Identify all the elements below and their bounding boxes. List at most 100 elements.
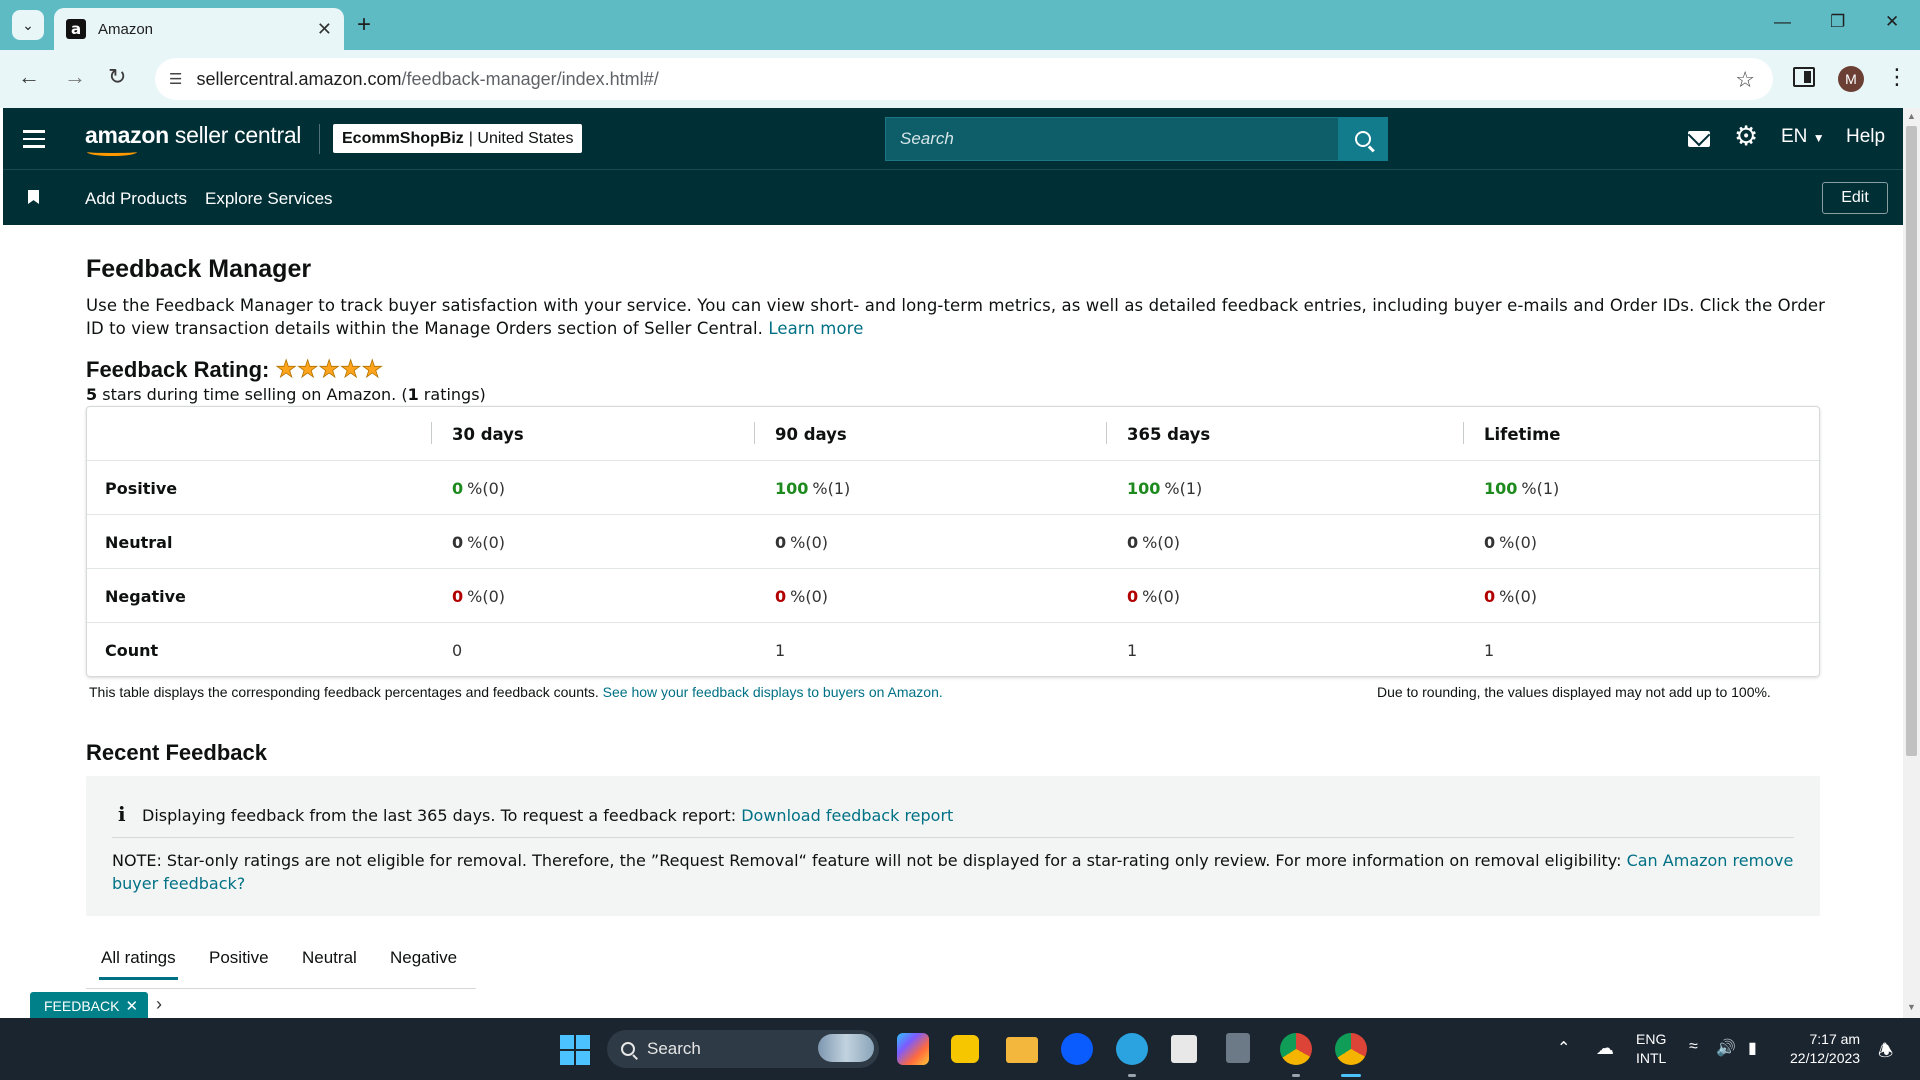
search-input[interactable]: Search — [885, 117, 1339, 161]
table-row: Negative 0 %(0) 0 %(0) 0 %(0) 0 %(0) — [87, 569, 1819, 623]
url-bar[interactable]: ☰ sellercentral.amazon.com/feedback-mana… — [155, 58, 1773, 100]
url-text: sellercentral.amazon.com/feedback-manage… — [196, 68, 659, 89]
settings-gear-icon[interactable]: ⚙ — [1734, 121, 1758, 152]
download-report-link[interactable]: Download feedback report — [741, 806, 953, 825]
table-cell: 0 %(0) — [1127, 515, 1180, 569]
feedback-display-link[interactable]: See how your feedback displays to buyers… — [603, 684, 943, 700]
search-icon — [621, 1042, 635, 1056]
column-divider — [1106, 422, 1107, 444]
tab-all-ratings[interactable]: All ratings — [99, 948, 178, 980]
window-close-icon[interactable]: ✕ — [1885, 12, 1899, 32]
copilot-icon[interactable] — [897, 1033, 929, 1065]
tab-positive[interactable]: Positive — [209, 948, 269, 968]
recent-feedback-title: Recent Feedback — [86, 740, 267, 765]
search-icon — [1355, 131, 1371, 147]
scroll-down-arrow-icon[interactable]: ▼ — [1907, 1002, 1916, 1012]
file-explorer-icon[interactable] — [1006, 1037, 1038, 1063]
table-cell: 0 — [452, 623, 462, 677]
windows-taskbar: Search ⌃ ☁ ENG INTL ≈ 🔊 ▮ 7:17 am 22/12/20… — [0, 1018, 1920, 1080]
close-icon[interactable]: ✕ — [317, 19, 332, 40]
snipping-tool-icon[interactable] — [1171, 1035, 1197, 1063]
messages-mail-icon[interactable] — [1688, 131, 1710, 147]
rating-filter-tabs: All ratings Positive Neutral Negative — [86, 929, 476, 989]
back-arrow-icon[interactable]: ← — [18, 64, 40, 90]
bookmark-icon[interactable] — [28, 190, 39, 204]
percent-value: 0 — [1484, 586, 1496, 606]
calculator-icon[interactable] — [1226, 1033, 1250, 1063]
nav-add-products[interactable]: Add Products — [85, 189, 187, 209]
nav-explore-services[interactable]: Explore Services — [205, 189, 333, 209]
site-info-icon[interactable]: ☰ — [169, 70, 182, 88]
column-divider — [1463, 422, 1464, 444]
battery-icon[interactable]: ▮ — [1748, 1038, 1757, 1058]
onedrive-cloud-icon[interactable]: ☁ — [1596, 1038, 1614, 1059]
column-header: 90 days — [775, 424, 847, 444]
seller-central-header: amazon seller central EcommShopBiz | Unit… — [3, 108, 1903, 169]
info-message: Displaying feedback from the last 365 da… — [142, 806, 954, 825]
scroll-up-arrow-icon[interactable]: ▲ — [1907, 111, 1916, 121]
page-content: Feedback Manager Use the Feedback Manage… — [0, 225, 1903, 1018]
edit-button[interactable]: Edit — [1822, 182, 1888, 214]
tray-chevron-up-icon[interactable]: ⌃ — [1557, 1038, 1570, 1058]
table-cell: 0 %(0) — [1127, 569, 1180, 623]
count-value: %(0) — [467, 478, 506, 498]
tab-negative[interactable]: Negative — [390, 948, 457, 968]
table-cell: 1 — [1127, 623, 1137, 677]
bookmark-star-icon[interactable]: ☆ — [1735, 67, 1755, 93]
help-link[interactable]: Help — [1846, 126, 1885, 148]
count-value: %(0) — [790, 532, 829, 552]
new-tab-plus-icon[interactable]: + — [357, 11, 371, 39]
zoom-icon[interactable] — [1061, 1033, 1093, 1065]
sticky-notes-icon[interactable] — [951, 1035, 979, 1063]
input-language-indicator[interactable]: ENG INTL — [1636, 1030, 1666, 1068]
count-value: %(1) — [1521, 478, 1560, 498]
tab-neutral[interactable]: Neutral — [302, 948, 357, 968]
percent-value: 0 — [775, 586, 787, 606]
table-header-row: 30 days 90 days 365 days Lifetime — [87, 407, 1819, 461]
table-cell: 100 %(1) — [775, 461, 850, 515]
wifi-icon[interactable]: ≈ — [1689, 1038, 1698, 1056]
scroll-thumb[interactable] — [1906, 126, 1917, 756]
rating-stars-icon: ★★★★★ — [275, 356, 383, 384]
percent-value: 0 — [775, 532, 787, 552]
tab-search-button[interactable]: ⌄ — [12, 10, 44, 40]
browser-tabstrip: ⌄ a Amazon ✕ + — ❐ ✕ — [0, 0, 1920, 50]
profile-avatar[interactable]: M — [1838, 66, 1864, 92]
count-value: %(1) — [812, 478, 851, 498]
windows-start-icon[interactable] — [560, 1035, 590, 1065]
seller-central-logo[interactable]: amazon seller central — [85, 122, 301, 156]
minimize-icon[interactable]: — — [1774, 12, 1791, 32]
telegram-icon[interactable] — [1116, 1033, 1148, 1065]
browser-menu-icon[interactable]: ⋮ — [1886, 64, 1908, 90]
percent-value: 100 — [775, 478, 809, 498]
chrome-profile-icon[interactable] — [1335, 1033, 1367, 1065]
side-panel-icon[interactable] — [1793, 67, 1815, 87]
restore-icon[interactable]: ❐ — [1830, 12, 1845, 32]
volume-icon[interactable]: 🔊 — [1716, 1038, 1736, 1058]
row-label: Positive — [105, 478, 178, 498]
store-switcher[interactable]: EcommShopBiz | United States — [333, 124, 583, 153]
tab-title: Amazon — [98, 20, 154, 38]
count-value: %(0) — [467, 586, 506, 606]
browser-tab[interactable]: a Amazon ✕ — [54, 8, 344, 50]
header-divider — [319, 124, 320, 154]
amazon-favicon-icon: a — [66, 19, 86, 39]
page-scrollbar[interactable]: ▲ ▼ — [1903, 108, 1920, 1018]
row-label: Negative — [105, 586, 186, 606]
search-button[interactable] — [1338, 117, 1388, 161]
language-selector[interactable]: EN ▼ — [1781, 126, 1825, 148]
percent-value: 0 — [1127, 586, 1139, 606]
chrome-icon[interactable] — [1280, 1033, 1312, 1065]
chevron-right-icon[interactable]: › — [156, 994, 162, 1015]
system-clock[interactable]: 7:17 am 22/12/2023 — [1790, 1030, 1860, 1068]
feedback-chip[interactable]: FEEDBACK ✕ — [30, 992, 149, 1020]
count-value: %(0) — [790, 586, 829, 606]
percent-value: 0 — [452, 586, 464, 606]
count-value: %(0) — [1142, 586, 1181, 606]
close-icon[interactable]: ✕ — [125, 997, 138, 1015]
forward-arrow-icon[interactable]: → — [64, 64, 86, 90]
reload-icon[interactable]: ↻ — [108, 64, 126, 90]
learn-more-link[interactable]: Learn more — [768, 319, 863, 338]
hamburger-menu-icon[interactable] — [23, 130, 45, 148]
notification-bell-icon[interactable]: 🕭 — [1878, 1038, 1893, 1067]
